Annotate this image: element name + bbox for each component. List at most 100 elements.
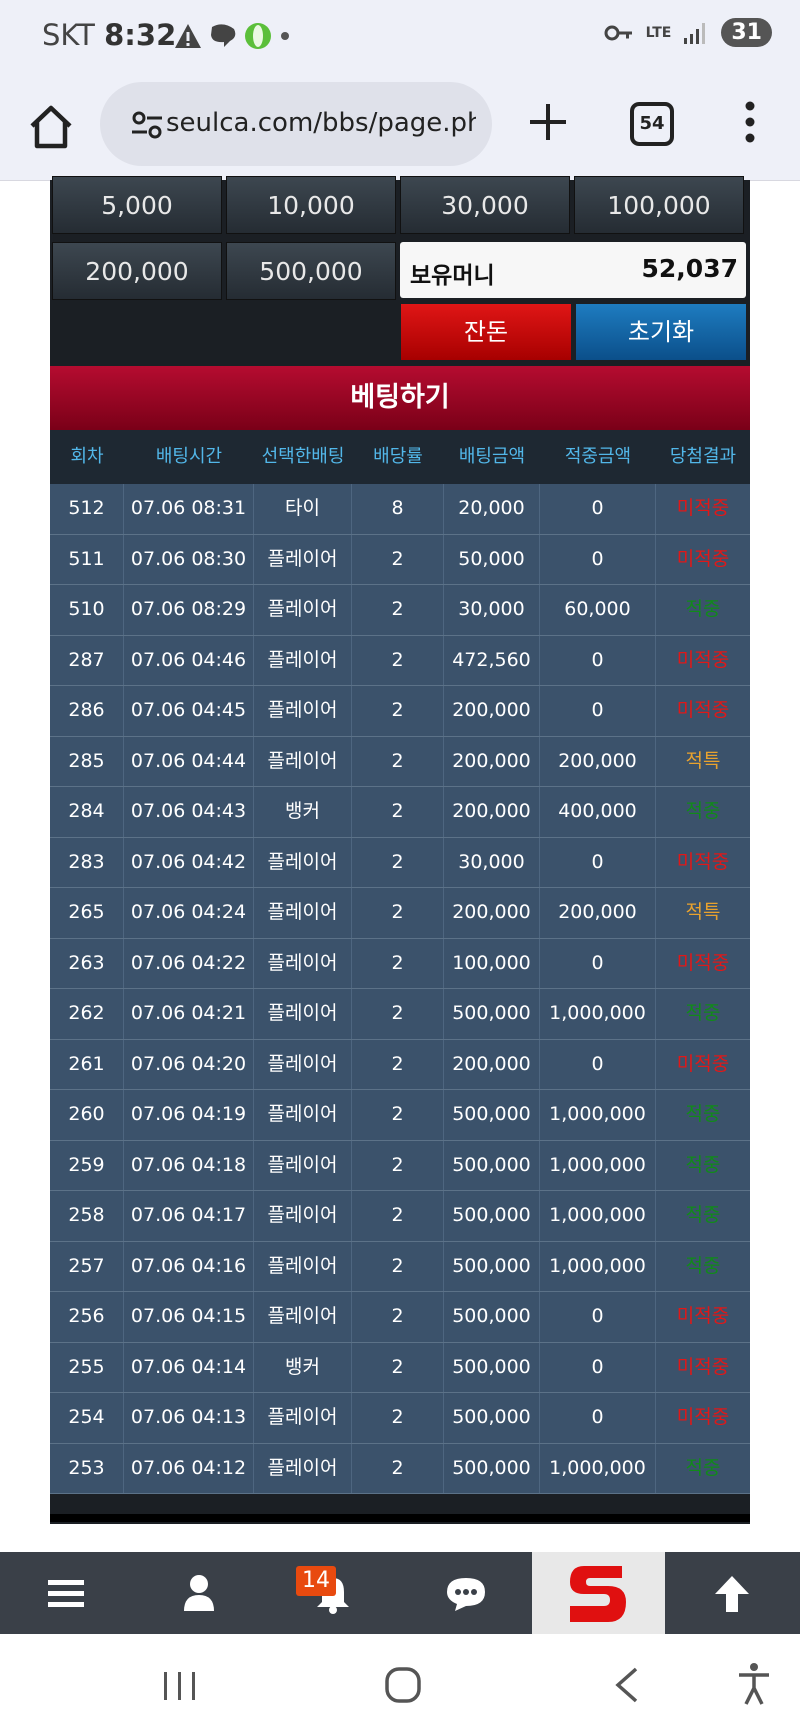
cell-pick: 플레이어	[254, 1039, 352, 1089]
status-bar: SKT 8:32 LTE 31	[0, 0, 800, 74]
cell-pick: 플레이어	[254, 837, 352, 887]
cell-round: 260	[50, 1090, 124, 1140]
table-row: 258 07.06 04:17 플레이어 2 500,000 1,000,000 적중	[50, 1191, 750, 1242]
betting-header: 베팅하기	[50, 366, 750, 430]
cell-round: 287	[50, 635, 124, 685]
table-row: 257 07.06 04:16 플레이어 2 500,000 1,000,000 적중	[50, 1241, 750, 1292]
cell-win: 1,000,000	[540, 1090, 656, 1140]
cell-win: 0	[540, 484, 656, 534]
cell-pick: 플레이어	[254, 585, 352, 635]
chip-200000-button[interactable]: 200,000	[52, 242, 222, 300]
table-row: 284 07.06 04:43 뱅커 2 200,000 400,000 적중	[50, 787, 750, 838]
address-bar[interactable]: seulca.com/bbs/page.php	[100, 82, 492, 166]
browser-toolbar: seulca.com/bbs/page.php 54	[0, 74, 800, 181]
change-button[interactable]: 잔돈	[401, 304, 571, 360]
more-vert-icon[interactable]	[738, 98, 762, 146]
cell-bet: 100,000	[444, 938, 540, 988]
cell-odds: 8	[352, 484, 444, 534]
cell-time: 07.06 04:16	[124, 1241, 254, 1291]
cell-odds: 2	[352, 938, 444, 988]
cell-time: 07.06 04:43	[124, 787, 254, 837]
nav-user[interactable]	[133, 1552, 266, 1634]
cell-round: 510	[50, 585, 124, 635]
cell-time: 07.06 08:30	[124, 534, 254, 584]
chip-500000-button[interactable]: 500,000	[226, 242, 396, 300]
cell-result: 적중	[685, 1204, 721, 1226]
chip-5000-button[interactable]: 5,000	[52, 176, 222, 234]
cell-win: 0	[540, 1393, 656, 1443]
url-text[interactable]: seulca.com/bbs/page.php	[166, 108, 476, 138]
nav-notifications[interactable]: 14	[266, 1552, 399, 1634]
chat-bubble-icon[interactable]	[445, 1576, 487, 1612]
cell-pick: 플레이어	[254, 989, 352, 1039]
table-row: 512 07.06 08:31 타이 8 20,000 0 미적중	[50, 484, 750, 535]
cell-win: 0	[540, 1039, 656, 1089]
cell-pick: 플레이어	[254, 938, 352, 988]
cell-odds: 2	[352, 1342, 444, 1392]
home-circle-icon[interactable]	[384, 1666, 422, 1704]
col-bet: 배팅금액	[458, 446, 526, 467]
cell-odds: 2	[352, 1241, 444, 1291]
cell-result: 적중	[685, 1103, 721, 1125]
arrow-up-icon[interactable]	[713, 1574, 751, 1614]
chip-100000-button[interactable]: 100,000	[574, 176, 744, 234]
cell-time: 07.06 04:20	[124, 1039, 254, 1089]
cell-result: 적중	[685, 1153, 721, 1176]
table-row: 256 07.06 04:15 플레이어 2 500,000 0 미적중	[50, 1292, 750, 1343]
accessibility-icon[interactable]	[736, 1662, 772, 1706]
cell-result: 미적중	[676, 951, 730, 974]
cell-win: 200,000	[540, 736, 656, 786]
hamburger-icon[interactable]	[48, 1578, 84, 1610]
chip-10000-button[interactable]: 10,000	[226, 176, 396, 234]
cell-bet: 200,000	[444, 888, 540, 938]
cell-round: 512	[50, 484, 124, 534]
back-icon[interactable]	[612, 1666, 640, 1704]
cell-bet: 500,000	[444, 1090, 540, 1140]
cell-odds: 2	[352, 1090, 444, 1140]
table-row: 287 07.06 04:46 플레이어 2 472,560 0 미적중	[50, 635, 750, 686]
nav-scroll-top[interactable]	[665, 1552, 798, 1634]
battery-level: 31	[721, 18, 772, 47]
cell-pick: 플레이어	[254, 1191, 352, 1241]
cell-round: 262	[50, 989, 124, 1039]
table-row: 259 07.06 04:18 플레이어 2 500,000 1,000,000 적중	[50, 1140, 750, 1191]
balance-value: 52,037	[641, 254, 738, 283]
site-s-logo[interactable]	[564, 1560, 630, 1628]
cell-pick: 뱅커	[254, 1342, 352, 1392]
cell-time: 07.06 04:15	[124, 1292, 254, 1342]
new-tab-plus-icon[interactable]	[524, 98, 572, 146]
cell-win: 1,000,000	[540, 1241, 656, 1291]
cell-win: 60,000	[540, 585, 656, 635]
cell-pick: 플레이어	[254, 635, 352, 685]
chip-30000-button[interactable]: 30,000	[400, 176, 570, 234]
nav-menu[interactable]	[0, 1552, 133, 1634]
col-win: 적중금액	[564, 446, 632, 467]
nav-site-logo[interactable]	[532, 1552, 665, 1634]
tab-count-button[interactable]: 54	[630, 102, 674, 146]
cell-win: 0	[540, 837, 656, 887]
carrier: SKT	[42, 18, 95, 52]
cell-result: 적특	[685, 901, 721, 923]
recents-icon[interactable]	[162, 1670, 198, 1702]
nav-chat[interactable]	[399, 1552, 532, 1634]
cell-bet: 500,000	[444, 1140, 540, 1190]
cell-pick: 플레이어	[254, 1393, 352, 1443]
cell-odds: 2	[352, 888, 444, 938]
cell-odds: 2	[352, 1140, 444, 1190]
cell-time: 07.06 04:45	[124, 686, 254, 736]
cell-round: 286	[50, 686, 124, 736]
cell-odds: 2	[352, 837, 444, 887]
home-icon[interactable]	[26, 102, 76, 152]
cell-odds: 2	[352, 1292, 444, 1342]
reset-button[interactable]: 초기화	[576, 304, 746, 360]
cell-time: 07.06 04:13	[124, 1393, 254, 1443]
cell-win: 0	[540, 686, 656, 736]
user-icon[interactable]	[183, 1574, 215, 1612]
site-settings-icon[interactable]	[130, 108, 164, 142]
panel-bottom-border	[50, 1514, 750, 1522]
cell-time: 07.06 04:46	[124, 635, 254, 685]
cell-bet: 500,000	[444, 1342, 540, 1392]
clock: 8:32	[104, 18, 177, 52]
table-row: 285 07.06 04:44 플레이어 2 200,000 200,000 적특	[50, 736, 750, 787]
android-nav-bar	[0, 1634, 800, 1734]
